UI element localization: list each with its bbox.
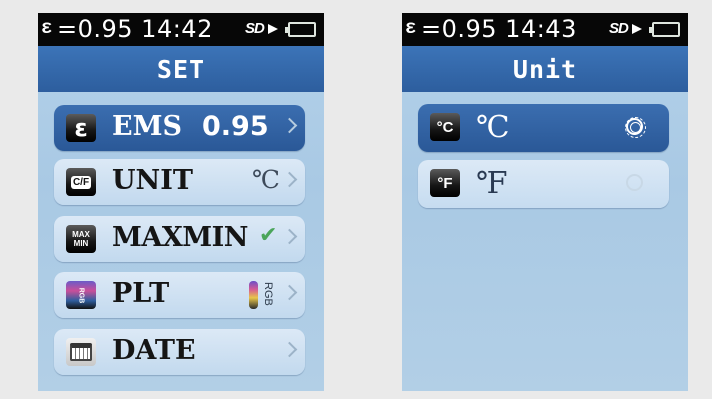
max-min-icon: MAX MIN — [66, 225, 96, 253]
menu-item-label: MAXMIN — [112, 222, 248, 253]
sd-card-icon: SD — [245, 20, 278, 37]
menu-item-label: PLT — [112, 278, 170, 309]
unit-value: ℃ — [252, 165, 280, 194]
battery-icon — [285, 22, 316, 37]
unit-option-label: ℉ — [476, 166, 508, 201]
emissivity-symbol: ε — [41, 17, 53, 39]
page-title: Unit — [512, 55, 578, 84]
menu-item-date[interactable]: DATE — [54, 329, 305, 375]
menu-item-plt[interactable]: RGB PLT RGB — [54, 272, 305, 318]
chevron-right-icon — [281, 117, 298, 134]
status-bar: ε =0.95 14:43 SD — [402, 13, 688, 46]
menu-item-maxmin[interactable]: MAX MIN MAXMIN ✔ — [54, 216, 305, 262]
sd-card-icon: SD — [609, 20, 642, 37]
emissivity-symbol: ε — [405, 17, 417, 39]
set-screen: ε =0.95 14:42 SD SET ε EMS 0.95 C/F UNIT… — [38, 13, 324, 391]
rgb-palette-icon — [249, 281, 258, 309]
screen-header: Unit — [402, 46, 688, 92]
palette-icon: RGB — [66, 281, 96, 309]
chevron-right-icon — [281, 284, 298, 301]
status-emissivity-time: =0.95 14:43 — [421, 15, 577, 43]
status-bar: ε =0.95 14:42 SD — [38, 13, 324, 46]
ems-value: 0.95 — [202, 111, 269, 142]
menu-item-ems[interactable]: ε EMS 0.95 — [54, 105, 305, 151]
menu-item-unit[interactable]: C/F UNIT ℃ — [54, 159, 305, 205]
fahrenheit-icon: °F — [430, 169, 460, 197]
calendar-icon — [66, 338, 96, 366]
menu-item-label: UNIT — [112, 165, 193, 196]
chevron-right-icon — [281, 171, 298, 188]
menu-item-label: DATE — [112, 335, 196, 366]
battery-icon — [649, 22, 680, 37]
chevron-right-icon — [281, 341, 298, 358]
radio-selected-icon[interactable] — [625, 117, 646, 138]
chevron-right-icon — [281, 228, 298, 245]
emissivity-icon: ε — [66, 114, 96, 142]
celsius-icon: °C — [430, 113, 460, 141]
rgb-label: RGB — [262, 282, 274, 306]
unit-option-celsius[interactable]: °C ℃ — [418, 104, 669, 152]
unit-option-fahrenheit[interactable]: °F ℉ — [418, 160, 669, 208]
unit-screen: ε =0.95 14:43 SD Unit °C ℃ °F ℉ — [402, 13, 688, 391]
c-f-icon: C/F — [66, 168, 96, 196]
check-icon: ✔ — [259, 223, 278, 248]
page-title: SET — [156, 55, 206, 84]
unit-option-label: ℃ — [476, 110, 510, 145]
screen-header: SET — [38, 46, 324, 92]
status-emissivity-time: =0.95 14:42 — [57, 15, 213, 43]
radio-unselected-icon[interactable] — [626, 174, 643, 191]
menu-item-label: EMS — [112, 111, 182, 142]
